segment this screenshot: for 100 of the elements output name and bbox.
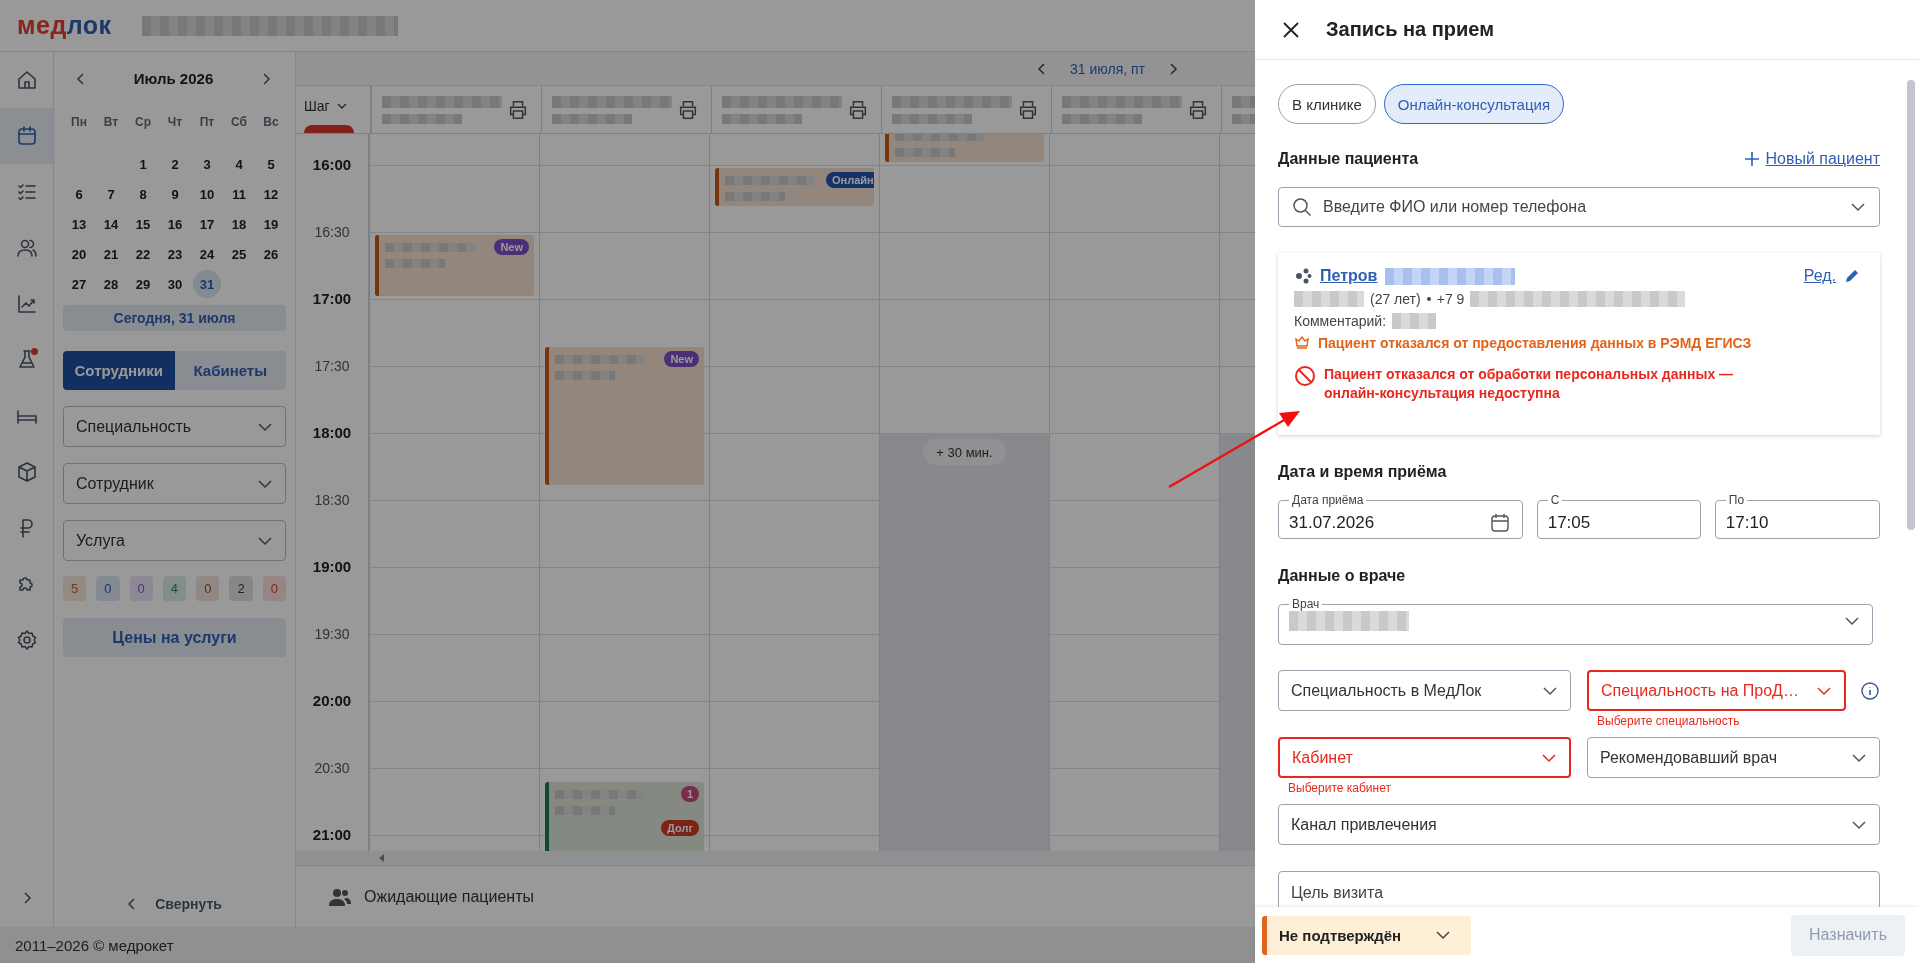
appointment-card[interactable]: New <box>545 347 704 485</box>
calendar-day[interactable]: 24 <box>193 240 221 268</box>
scroll-left-icon[interactable] <box>378 853 386 863</box>
calendar-day[interactable]: 12 <box>257 180 285 208</box>
prices-button[interactable]: Цены на услуги <box>63 618 286 657</box>
time-label: 16:00 <box>312 156 352 174</box>
calendar-day[interactable]: 19 <box>257 210 285 238</box>
calendar-day[interactable]: 22 <box>129 240 157 268</box>
calendar-day[interactable]: 8 <box>129 180 157 208</box>
status-counter[interactable]: 2 <box>229 576 253 601</box>
calendar-day[interactable]: 26 <box>257 240 285 268</box>
close-icon[interactable] <box>1282 20 1300 39</box>
appointment-card[interactable] <box>885 134 1044 162</box>
chevron-right-icon[interactable] <box>260 72 272 85</box>
calendar-icon[interactable] <box>1489 512 1510 533</box>
weekday-label: Вт <box>102 115 120 129</box>
calendar-day[interactable]: 2 <box>161 150 189 178</box>
calendar-day[interactable]: 31 <box>193 270 221 298</box>
pencil-icon[interactable] <box>1844 268 1860 284</box>
calendar-day[interactable]: 1 <box>129 150 157 178</box>
time-field[interactable]: По 17:10 <box>1714 493 1880 539</box>
view-tab[interactable]: Кабинеты <box>174 351 286 390</box>
validation-message: Выберите кабинет <box>1287 780 1392 795</box>
calendar-day[interactable]: 9 <box>161 180 189 208</box>
calendar-day[interactable]: 20 <box>65 240 93 268</box>
waiting-patients-link[interactable]: Ожидающие пациенты <box>364 887 534 906</box>
calendar-day[interactable]: 15 <box>129 210 157 238</box>
chevron-left-icon[interactable] <box>1036 62 1048 75</box>
section-title: Дата и время приёма <box>1278 463 1448 481</box>
step-dropdown[interactable]: Шаг <box>296 86 348 114</box>
time-field[interactable]: С 17:05 <box>1536 493 1701 539</box>
calendar-day[interactable]: 17 <box>193 210 221 238</box>
time-label: 19:30 <box>314 625 350 643</box>
printer-icon[interactable] <box>847 98 869 121</box>
collapse-button[interactable]: Свернуть <box>121 895 228 913</box>
mode-toggle[interactable]: В клинике <box>1278 84 1376 124</box>
calendar-day[interactable]: 4 <box>225 150 253 178</box>
printer-icon[interactable] <box>1187 98 1209 121</box>
printer-icon[interactable] <box>507 98 529 121</box>
comment-label: Комментарий: <box>1294 313 1387 329</box>
appointment-card[interactable]: Онлайн <box>715 168 874 206</box>
filter-dropdown[interactable]: Специальность <box>63 406 286 447</box>
appointment-card[interactable]: New <box>375 235 534 296</box>
select-dropdown[interactable]: Кабинет <box>1278 737 1571 778</box>
appointment-card[interactable]: 1 Долг <box>545 782 704 851</box>
chevron-left-icon[interactable] <box>75 72 87 85</box>
calendar-day[interactable]: 28 <box>97 270 125 298</box>
redacted-block <box>1392 313 1437 329</box>
chevron-right-icon[interactable] <box>1167 62 1179 75</box>
calendar-day[interactable]: 16 <box>161 210 189 238</box>
calendar-day[interactable]: 13 <box>65 210 93 238</box>
view-tab[interactable]: Сотрудники <box>63 351 175 390</box>
calendar-day[interactable]: 11 <box>225 180 253 208</box>
select-dropdown[interactable]: Рекомендовавший врач <box>1587 737 1880 778</box>
edit-link[interactable]: Ред. <box>1803 267 1836 285</box>
status-dropdown[interactable]: Не подтверждён <box>1262 915 1471 955</box>
calendar-day[interactable]: 5 <box>257 150 285 178</box>
calendar-day[interactable]: 25 <box>225 240 253 268</box>
calendar-day[interactable]: 21 <box>97 240 125 268</box>
select-dropdown[interactable]: Специальность на ПроД… <box>1587 670 1846 711</box>
info-icon[interactable] <box>1860 680 1880 701</box>
calendar-day[interactable]: 30 <box>161 270 189 298</box>
date-field[interactable]: Дата приёма 31.07.2026 <box>1278 493 1523 539</box>
month-title: Июль 2026 <box>133 70 214 87</box>
patient-phone: +7 9 <box>1436 291 1465 307</box>
doctor-dropdown[interactable]: Врач <box>1278 597 1873 645</box>
calendar-day[interactable]: 14 <box>97 210 125 238</box>
filter-dropdown[interactable]: Сотрудник <box>63 463 286 504</box>
select-dropdown[interactable]: Канал привлечения <box>1278 804 1880 845</box>
status-counter[interactable]: 0 <box>96 576 120 601</box>
search-field[interactable]: Введите ФИО или номер телефона <box>1278 187 1880 227</box>
select-dropdown[interactable]: Специальность в МедЛок <box>1278 670 1571 711</box>
calendar-day[interactable]: 6 <box>65 180 93 208</box>
time-label: 20:00 <box>312 692 352 710</box>
new-patient-link[interactable]: Новый пациент <box>1765 150 1880 168</box>
weekday-label: Ср <box>134 115 152 129</box>
calendar-day[interactable]: 27 <box>65 270 93 298</box>
plus-icon[interactable] <box>1745 152 1760 166</box>
calendar-day[interactable]: 23 <box>161 240 189 268</box>
extend-slot-button[interactable]: + 30 мин. <box>923 439 1006 465</box>
visit-goal-field[interactable]: Цель визита <box>1278 871 1880 907</box>
patient-name-link[interactable]: Петров <box>1320 267 1378 285</box>
printer-icon[interactable] <box>677 98 699 121</box>
date-link[interactable]: 31 июля, пт <box>1070 60 1145 77</box>
patient-age: (27 лет) <box>1370 291 1421 307</box>
mode-toggle[interactable]: Онлайн-консультация <box>1383 84 1565 124</box>
calendar-day[interactable]: 29 <box>129 270 157 298</box>
calendar-day[interactable]: 10 <box>193 180 221 208</box>
today-button[interactable]: Сегодня, 31 июля <box>63 305 286 331</box>
time-label: 19:00 <box>312 558 352 576</box>
filter-dropdown[interactable]: Услуга <box>63 520 286 561</box>
calendar-day[interactable]: 18 <box>225 210 253 238</box>
printer-icon[interactable] <box>1017 98 1039 121</box>
time-label: 18:30 <box>314 491 350 509</box>
nav-item[interactable] <box>0 108 53 164</box>
time-label: 17:30 <box>314 357 350 375</box>
calendar-day[interactable]: 3 <box>193 150 221 178</box>
logo[interactable]: медлок <box>17 11 112 40</box>
calendar-day[interactable]: 7 <box>97 180 125 208</box>
weekday-label: Пт <box>198 115 216 129</box>
